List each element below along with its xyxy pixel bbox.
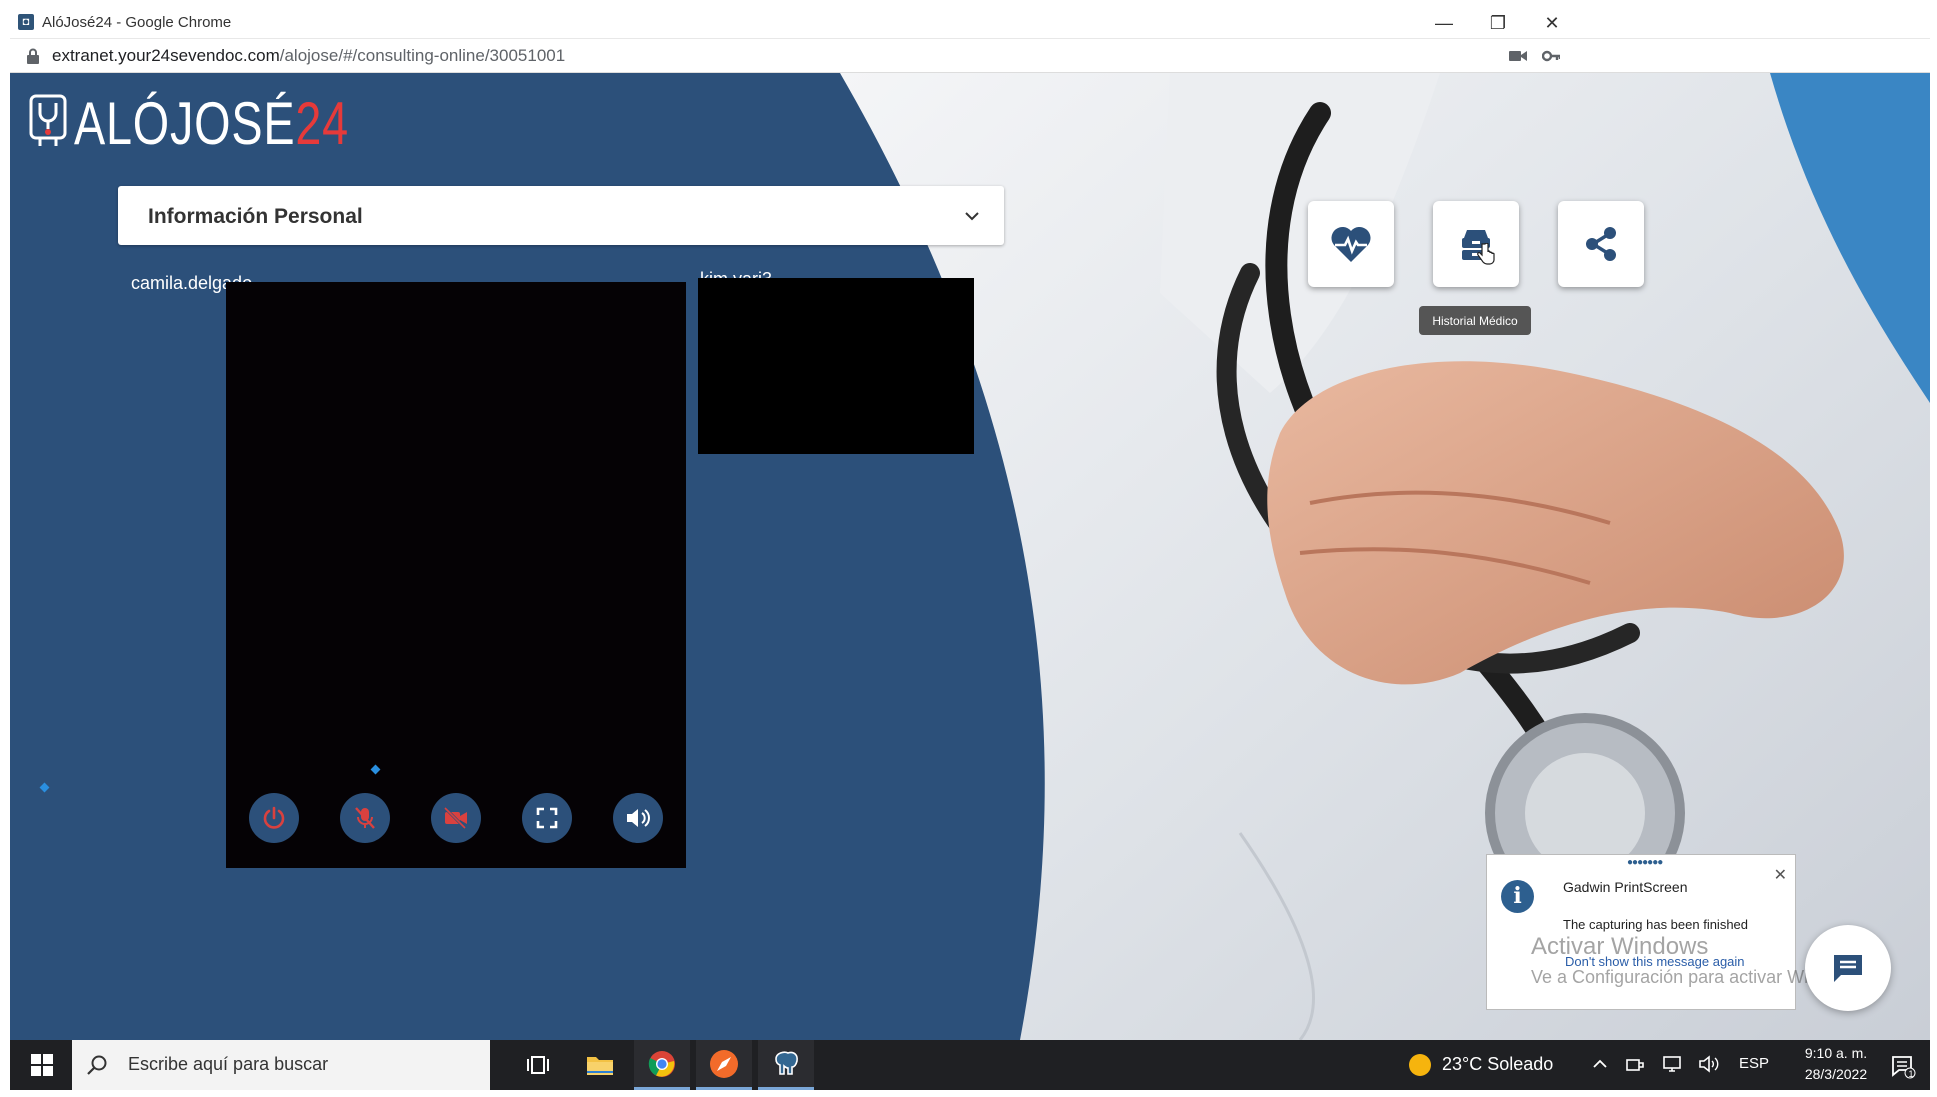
search-placeholder: Escribe aquí para buscar (128, 1054, 329, 1074)
camera-permission-icon[interactable] (1509, 49, 1527, 63)
medical-history-button[interactable] (1433, 201, 1519, 287)
taskbar-search-box[interactable]: Escribe aquí para buscar (72, 1040, 490, 1090)
power-icon (263, 806, 285, 829)
key-icon[interactable] (1542, 49, 1560, 63)
notification-count: 1 (1908, 1069, 1914, 1079)
heart-rate-icon (1331, 226, 1371, 262)
mic-off-icon (355, 807, 375, 829)
sun-weather-icon (1409, 1054, 1431, 1076)
chevron-down-icon[interactable] (964, 208, 980, 224)
weather-text[interactable]: 23°C Soleado (1442, 1054, 1553, 1075)
activation-watermark-title: Activar Windows (1531, 933, 1709, 960)
personal-info-accordion[interactable]: Información Personal (118, 186, 1004, 245)
fullscreen-icon (536, 807, 558, 829)
share-button[interactable] (1558, 201, 1644, 287)
task-view-button[interactable] (510, 1040, 566, 1090)
stethoscope-logo-icon (29, 94, 67, 146)
mute-microphone-button[interactable] (340, 793, 390, 843)
disable-camera-button[interactable] (431, 793, 481, 843)
share-icon (1586, 227, 1616, 261)
file-explorer-button[interactable] (572, 1040, 628, 1090)
close-icon[interactable]: ✕ (1774, 865, 1787, 885)
gadwin-taskbar-button[interactable] (696, 1040, 752, 1090)
url-text[interactable]: extranet.your24sevendoc.com/alojose/#/co… (52, 46, 565, 66)
volume-button[interactable] (613, 793, 663, 843)
main-video-panel (226, 282, 686, 868)
chat-icon (1834, 955, 1862, 982)
language-indicator[interactable]: ESP (1739, 1055, 1769, 1072)
notification-title: Gadwin PrintScreen (1563, 879, 1688, 895)
windows-taskbar: Escribe aquí para buscar 23°C Soleado ES… (10, 1040, 1930, 1090)
medical-history-tooltip: Historial Médico (1419, 306, 1531, 335)
browser-title-bar: ◘ AlóJosé24 - Google Chrome — ❐ ✕ (10, 8, 1930, 39)
search-icon (87, 1055, 107, 1075)
minimize-button[interactable]: — (1417, 8, 1471, 38)
camera-off-icon (443, 806, 467, 830)
side-video-panel (698, 278, 974, 454)
start-button[interactable] (14, 1040, 70, 1090)
compass-app-icon (710, 1049, 738, 1078)
clock-date[interactable]: 28/3/2022 (1786, 1066, 1886, 1082)
elephant-icon (775, 1050, 798, 1075)
window-title: AlóJosé24 - Google Chrome (42, 14, 232, 31)
speaker-icon[interactable] (1698, 1055, 1720, 1073)
task-view-icon (527, 1056, 549, 1074)
clock-time[interactable]: 9:10 a. m. (1786, 1045, 1886, 1061)
postgresql-taskbar-button[interactable] (758, 1040, 814, 1090)
display-icon[interactable] (1661, 1055, 1683, 1073)
end-call-button[interactable] (249, 793, 299, 843)
notification-message: The capturing has been finished (1563, 917, 1749, 932)
chat-button[interactable] (1805, 925, 1891, 1011)
restore-button[interactable]: ❐ (1471, 8, 1525, 38)
chrome-icon (648, 1050, 675, 1077)
personal-info-label: Información Personal (148, 205, 363, 228)
windows-logo-icon (31, 1054, 53, 1076)
fullscreen-button[interactable] (522, 793, 572, 843)
chrome-taskbar-button[interactable] (634, 1040, 690, 1090)
network-adapter-icon[interactable] (1625, 1055, 1645, 1073)
folder-icon (587, 1057, 613, 1075)
lock-icon (27, 48, 39, 64)
volume-icon (627, 809, 650, 827)
info-icon: i (1501, 880, 1534, 913)
drag-handle[interactable]: ●●●●●●● (1627, 857, 1663, 868)
hand-cursor-icon (1477, 243, 1495, 265)
site-favicon-icon: ◘ (18, 14, 34, 30)
logo-text: ALÓJOSÉ24 (74, 90, 349, 157)
vital-signs-button[interactable] (1308, 201, 1394, 287)
close-window-button[interactable]: ✕ (1525, 8, 1579, 38)
address-bar[interactable]: extranet.your24sevendoc.com/alojose/#/co… (10, 40, 1930, 73)
chevron-up-icon[interactable] (1592, 1057, 1608, 1071)
web-page: ALÓJOSÉ24 Información Personal camila.de… (10, 73, 1930, 1040)
